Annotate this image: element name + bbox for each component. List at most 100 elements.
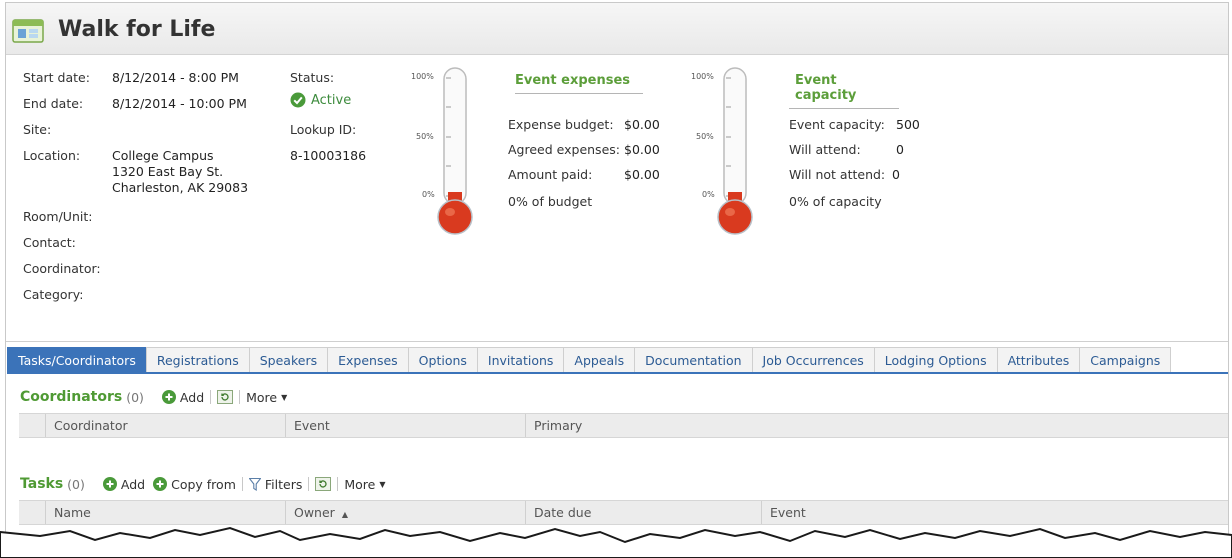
agreed-expenses-value: $0.00: [624, 142, 660, 157]
expenses-thermometer: 100% 50% 0%: [408, 66, 488, 236]
end-date-label: End date:: [23, 96, 84, 111]
amount-paid-label: Amount paid:: [508, 167, 593, 182]
location-label: Location:: [23, 148, 81, 163]
thermometer-scale-0: 0%: [702, 190, 715, 199]
more-label: More: [344, 476, 376, 492]
location-line-1: College Campus: [112, 148, 214, 163]
coordinators-grid-header: Coordinator Event Primary: [19, 413, 1228, 438]
start-date-value: 8/12/2014 - 8:00 PM: [112, 70, 239, 85]
torn-edge-decoration: [0, 526, 1232, 558]
more-label: More: [246, 389, 278, 405]
tab-tasks-coordinators[interactable]: Tasks/Coordinators: [7, 347, 147, 372]
add-label: Add: [179, 389, 205, 405]
toolbar-divider: [210, 390, 212, 404]
tab-lodging-options[interactable]: Lodging Options: [873, 347, 998, 372]
location-address: College Campus 1320 East Bay St. Charles…: [112, 148, 248, 196]
check-circle-icon: [290, 92, 306, 108]
tab-expenses[interactable]: Expenses: [327, 347, 409, 372]
site-label: Site:: [23, 122, 52, 137]
coordinator-label: Coordinator:: [23, 261, 101, 276]
tab-attributes[interactable]: Attributes: [996, 347, 1081, 372]
location-line-3: Charleston, AK 29083: [112, 180, 249, 195]
will-not-attend-label: Will not attend:: [789, 167, 886, 182]
record-tabs: Tasks/Coordinators Registrations Speaker…: [7, 347, 1228, 374]
status-label: Status:: [290, 70, 335, 85]
status-badge: Active: [290, 92, 351, 108]
status-value: Active: [311, 92, 352, 108]
tasks-count: (0): [67, 476, 85, 492]
coordinators-title: Coordinators: [20, 389, 123, 405]
thermometer-scale-50: 50%: [416, 132, 434, 141]
tab-job-occurrences[interactable]: Job Occurrences: [751, 347, 875, 372]
filters-label: Filters: [264, 476, 303, 492]
toolbar-divider: [239, 390, 241, 404]
tab-campaigns[interactable]: Campaigns: [1079, 347, 1172, 372]
toolbar-divider: [241, 477, 243, 491]
tab-invitations[interactable]: Invitations: [476, 347, 565, 372]
filter-icon: [248, 477, 261, 491]
column-header-event[interactable]: Event: [285, 414, 525, 437]
category-label: Category:: [23, 287, 84, 302]
thermometer-graphic: [717, 67, 753, 235]
will-not-attend-value: 0: [892, 167, 900, 182]
thermometer-scale-100: 100%: [411, 72, 434, 81]
add-coordinator-button[interactable]: Add: [161, 389, 205, 405]
will-attend-value: 0: [896, 142, 904, 157]
caret-down-icon: ▼: [281, 392, 288, 402]
toolbar-divider: [337, 477, 339, 491]
tasks-toolbar: Tasks (0) Add Copy from Filters More ▼: [20, 476, 386, 492]
column-header-primary[interactable]: Primary: [525, 414, 1125, 437]
add-label: Add: [120, 476, 146, 492]
add-task-button[interactable]: Add: [102, 476, 146, 492]
refresh-icon[interactable]: [217, 390, 234, 404]
thermometer-scale-50: 50%: [696, 132, 714, 141]
capacity-percent: 0% of capacity: [789, 194, 882, 209]
add-icon: [102, 477, 117, 491]
add-icon: [161, 390, 176, 404]
capacity-thermometer: 100% 50% 0%: [688, 66, 768, 236]
tab-speakers[interactable]: Speakers: [248, 347, 329, 372]
event-summary-panel: Start date: 8/12/2014 - 8:00 PM End date…: [6, 56, 1228, 342]
room-unit-label: Room/Unit:: [23, 209, 93, 224]
tab-registrations[interactable]: Registrations: [145, 347, 250, 372]
thermometer-scale-100: 100%: [691, 72, 714, 81]
will-attend-label: Will attend:: [789, 142, 861, 157]
refresh-icon[interactable]: [315, 477, 332, 491]
filters-button[interactable]: Filters: [248, 476, 303, 492]
tasks-more-menu[interactable]: More ▼: [344, 477, 385, 492]
amount-paid-value: $0.00: [624, 167, 660, 182]
caret-down-icon: ▼: [379, 479, 386, 489]
toolbar-divider: [308, 477, 310, 491]
calendar-event-icon: [12, 19, 44, 43]
contact-label: Contact:: [23, 235, 76, 250]
agreed-expenses-label: Agreed expenses:: [508, 142, 620, 157]
add-icon: [153, 477, 168, 491]
expense-budget-value: $0.00: [624, 117, 660, 132]
budget-percent: 0% of budget: [508, 194, 593, 209]
lookup-id-label: Lookup ID:: [290, 122, 357, 137]
event-capacity-value: 500: [896, 117, 920, 132]
location-line-2: 1320 East Bay St.: [112, 164, 224, 179]
coordinators-count: (0): [126, 389, 144, 405]
event-expenses-title: Event expenses: [515, 73, 643, 94]
start-date-label: Start date:: [23, 70, 90, 85]
coordinators-toolbar: Coordinators (0) Add More ▼: [20, 389, 287, 405]
page-header: Walk for Life: [6, 3, 1228, 55]
tasks-title: Tasks: [20, 476, 64, 492]
copy-from-button[interactable]: Copy from: [153, 477, 236, 492]
copy-from-label: Copy from: [171, 476, 236, 492]
page-title: Walk for Life: [58, 17, 216, 42]
coordinators-more-menu[interactable]: More ▼: [246, 390, 287, 405]
event-capacity-label: Event capacity:: [789, 117, 885, 132]
tab-options[interactable]: Options: [407, 347, 478, 372]
expense-budget-label: Expense budget:: [508, 117, 614, 132]
lookup-id-value: 8-10003186: [290, 148, 367, 163]
thermometer-graphic: [437, 67, 473, 235]
tab-appeals[interactable]: Appeals: [563, 347, 636, 372]
event-record-page: Walk for Life Start date: 8/12/2014 - 8:…: [5, 2, 1229, 550]
end-date-value: 8/12/2014 - 10:00 PM: [112, 96, 247, 111]
thermometer-scale-0: 0%: [422, 190, 435, 199]
event-capacity-title: Event capacity: [789, 73, 899, 109]
tab-documentation[interactable]: Documentation: [634, 347, 753, 372]
column-header-coordinator[interactable]: Coordinator: [45, 414, 285, 437]
